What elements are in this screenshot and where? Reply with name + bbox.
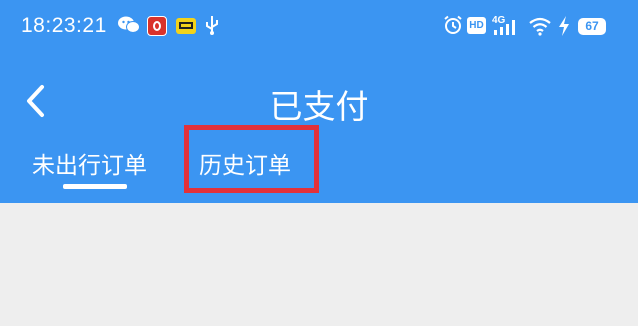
active-tab-indicator bbox=[63, 184, 127, 189]
network-type: 4G bbox=[492, 15, 506, 26]
status-time: 18:23:21 bbox=[21, 14, 107, 37]
highlight-annotation bbox=[184, 125, 319, 193]
order-list-area bbox=[0, 203, 638, 326]
alarm-icon bbox=[443, 15, 463, 35]
hd-icon: HD bbox=[467, 17, 486, 34]
usb-icon bbox=[205, 14, 219, 36]
page-title: 已支付 bbox=[269, 87, 369, 126]
status-bar: 18:23:21 HD 4G 67 bbox=[0, 0, 638, 56]
tab-upcoming-orders[interactable]: 未出行订单 bbox=[32, 146, 147, 180]
app-header: 18:23:21 HD 4G 67 已支付 未出行订单 历史订单 bbox=[0, 0, 638, 203]
yellow-app-icon bbox=[176, 18, 196, 34]
red-app-icon bbox=[147, 16, 167, 36]
charging-icon bbox=[558, 16, 570, 36]
signal-icon: 4G bbox=[492, 14, 522, 36]
battery-indicator: 67 bbox=[578, 18, 606, 35]
wifi-icon bbox=[528, 16, 552, 36]
wechat-icon bbox=[118, 15, 140, 35]
